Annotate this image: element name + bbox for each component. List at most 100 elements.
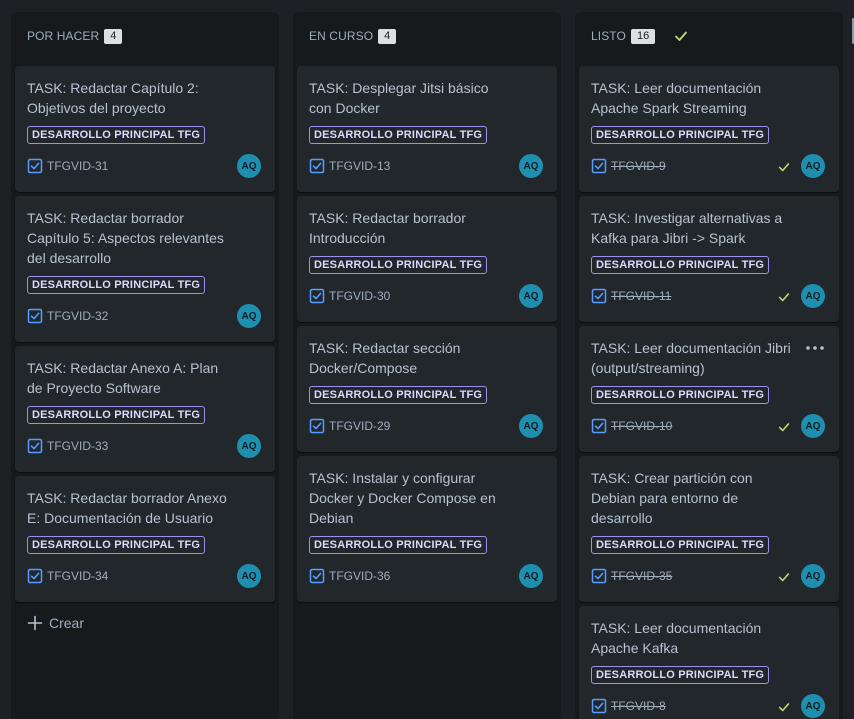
assignee-avatar[interactable]: AQ <box>801 694 825 718</box>
assignee-avatar[interactable]: AQ <box>801 414 825 438</box>
column-header: POR HACER 4 <box>27 28 123 44</box>
assignee-avatar[interactable]: AQ <box>519 284 543 308</box>
issue-key[interactable]: TFGVID-11 <box>611 289 671 303</box>
card-title: TASK: Crear partición con Debian para en… <box>591 470 753 526</box>
column-header: LISTO 16 <box>591 28 689 44</box>
assignee-avatar[interactable]: AQ <box>519 154 543 178</box>
done-check-icon <box>777 420 791 434</box>
create-issue-button[interactable]: Crear <box>27 615 84 631</box>
epic-label: DESARROLLO PRINCIPAL TFG <box>591 536 770 554</box>
issue-key[interactable]: TFGVID-9 <box>611 159 666 173</box>
issue-card[interactable]: TASK: Crear partición con Debian para en… <box>579 456 839 602</box>
card-title: TASK: Desplegar Jitsi básico con Docker <box>309 80 489 116</box>
done-check-icon <box>777 160 791 174</box>
epic-label: DESARROLLO PRINCIPAL TFG <box>309 126 488 144</box>
card-title: TASK: Redactar sección Docker/Compose <box>309 340 461 376</box>
issue-count-badge: 16 <box>630 28 656 44</box>
assignee-avatar[interactable]: AQ <box>237 564 261 588</box>
create-label: Crear <box>49 615 85 631</box>
more-icon <box>806 346 824 350</box>
done-check-icon <box>777 570 791 584</box>
task-type-icon <box>309 418 325 434</box>
task-type-icon <box>27 568 43 584</box>
task-type-icon <box>591 158 607 174</box>
column-por-hacer: POR HACER 4 TASK: Redactar Capítulo 2: O… <box>11 12 279 719</box>
issue-key[interactable]: TFGVID-31 <box>47 159 108 173</box>
card-footer: TFGVID-11 <box>591 288 671 304</box>
issue-count-badge: 4 <box>104 28 123 44</box>
card-footer: TFGVID-30 <box>309 288 390 304</box>
task-type-icon <box>591 288 607 304</box>
column-title: POR HACER <box>27 29 100 43</box>
issue-key[interactable]: TFGVID-32 <box>47 309 108 323</box>
issue-card[interactable]: TASK: Leer documentación Apache Kafka DE… <box>579 606 839 719</box>
done-check-icon <box>673 28 689 44</box>
card-footer: TFGVID-36 <box>309 568 390 584</box>
done-check-icon <box>777 700 791 714</box>
card-footer: TFGVID-32 <box>27 308 108 324</box>
card-title: TASK: Leer documentación Apache Spark St… <box>591 80 762 116</box>
card-footer: TFGVID-29 <box>309 418 390 434</box>
plus-icon <box>27 615 43 631</box>
epic-label: DESARROLLO PRINCIPAL TFG <box>27 406 206 424</box>
column-listo: LISTO 16 TASK: Leer documentación Apache… <box>575 12 843 719</box>
card-footer: TFGVID-13 <box>309 158 390 174</box>
issue-key[interactable]: TFGVID-10 <box>611 419 672 433</box>
issue-key[interactable]: TFGVID-36 <box>329 569 390 583</box>
issue-card[interactable]: TASK: Leer documentación Jibri (output/s… <box>579 326 839 452</box>
more-actions-button[interactable] <box>805 340 825 356</box>
card-footer: TFGVID-8 <box>591 698 666 714</box>
card-title: TASK: Investigar alternativas a Kafka pa… <box>591 210 783 246</box>
kanban-board: POR HACER 4 TASK: Redactar Capítulo 2: O… <box>0 0 854 719</box>
task-type-icon <box>27 438 43 454</box>
issue-key[interactable]: TFGVID-13 <box>329 159 390 173</box>
task-type-icon <box>27 158 43 174</box>
assignee-avatar[interactable]: AQ <box>801 154 825 178</box>
issue-card[interactable]: TASK: Redactar sección Docker/Compose DE… <box>297 326 557 452</box>
epic-label: DESARROLLO PRINCIPAL TFG <box>27 536 206 554</box>
epic-label: DESARROLLO PRINCIPAL TFG <box>591 126 770 144</box>
issue-key[interactable]: TFGVID-34 <box>47 569 108 583</box>
epic-label: DESARROLLO PRINCIPAL TFG <box>27 276 206 294</box>
card-title: TASK: Redactar borrador Introducción <box>309 210 466 246</box>
task-type-icon <box>591 568 607 584</box>
issue-card[interactable]: TASK: Redactar borrador Capítulo 5: Aspe… <box>15 196 275 342</box>
assignee-avatar[interactable]: AQ <box>519 414 543 438</box>
card-footer: TFGVID-10 <box>591 418 672 434</box>
card-title: TASK: Instalar y configurar Docker y Doc… <box>309 470 496 526</box>
issue-key[interactable]: TFGVID-8 <box>611 699 666 713</box>
issue-key[interactable]: TFGVID-33 <box>47 439 108 453</box>
task-type-icon <box>309 288 325 304</box>
epic-label: DESARROLLO PRINCIPAL TFG <box>309 536 488 554</box>
task-type-icon <box>591 418 607 434</box>
issue-key[interactable]: TFGVID-29 <box>329 419 390 433</box>
issue-card[interactable]: TASK: Redactar borrador Introducción DES… <box>297 196 557 322</box>
card-footer: TFGVID-31 <box>27 158 108 174</box>
column-title: LISTO <box>591 29 626 43</box>
epic-label: DESARROLLO PRINCIPAL TFG <box>591 386 770 404</box>
assignee-avatar[interactable]: AQ <box>237 304 261 328</box>
issue-card[interactable]: TASK: Redactar Anexo A: Plan de Proyecto… <box>15 346 275 472</box>
epic-label: DESARROLLO PRINCIPAL TFG <box>309 386 488 404</box>
epic-label: DESARROLLO PRINCIPAL TFG <box>27 126 206 144</box>
issue-card[interactable]: TASK: Desplegar Jitsi básico con Docker … <box>297 66 557 192</box>
card-title: TASK: Redactar borrador Capítulo 5: Aspe… <box>27 210 224 266</box>
task-type-icon <box>27 308 43 324</box>
assignee-avatar[interactable]: AQ <box>801 564 825 588</box>
assignee-avatar[interactable]: AQ <box>519 564 543 588</box>
issue-card[interactable]: TASK: Investigar alternativas a Kafka pa… <box>579 196 839 322</box>
issue-card[interactable]: TASK: Instalar y configurar Docker y Doc… <box>297 456 557 602</box>
assignee-avatar[interactable]: AQ <box>801 284 825 308</box>
issue-card[interactable]: TASK: Redactar borrador Anexo E: Documen… <box>15 476 275 602</box>
column-header: EN CURSO 4 <box>309 28 397 44</box>
issue-key[interactable]: TFGVID-30 <box>329 289 390 303</box>
card-footer: TFGVID-34 <box>27 568 108 584</box>
issue-card[interactable]: TASK: Redactar Capítulo 2: Objetivos del… <box>15 66 275 192</box>
issue-key[interactable]: TFGVID-35 <box>611 569 672 583</box>
epic-label: DESARROLLO PRINCIPAL TFG <box>591 666 770 684</box>
card-footer: TFGVID-33 <box>27 438 108 454</box>
assignee-avatar[interactable]: AQ <box>237 434 261 458</box>
assignee-avatar[interactable]: AQ <box>237 154 261 178</box>
issue-card[interactable]: TASK: Leer documentación Apache Spark St… <box>579 66 839 192</box>
task-type-icon <box>591 698 607 714</box>
